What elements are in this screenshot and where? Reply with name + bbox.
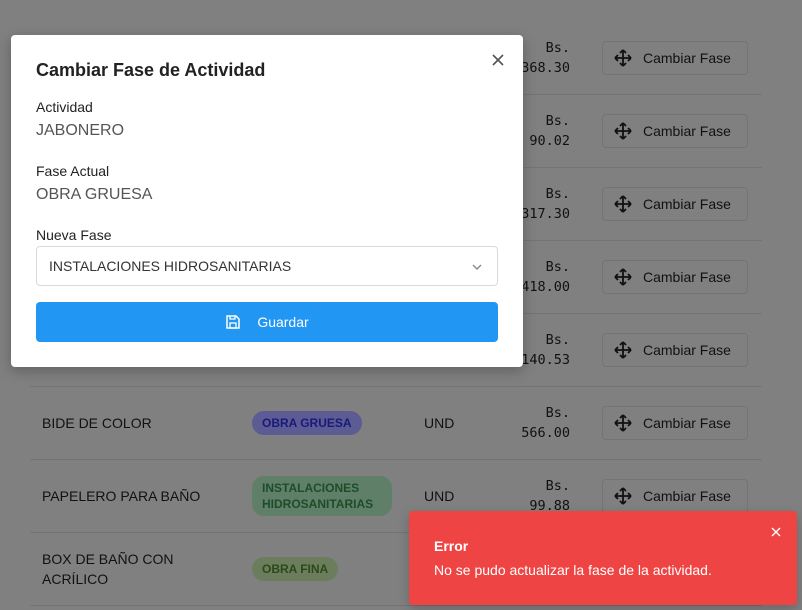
change-phase-button-label: Cambiar Fase <box>643 342 731 358</box>
change-phase-button-label: Cambiar Fase <box>643 196 731 212</box>
save-button[interactable]: Guardar <box>36 302 498 342</box>
current-phase-value: OBRA GRUESA <box>36 186 153 203</box>
activity-name-cell: BOX DE BAÑO CON ACRÍLICO <box>42 551 174 587</box>
change-phase-button-label: Cambiar Fase <box>643 488 731 504</box>
phase-badge: INSTALACIONES HIDROSANITARIAS <box>252 476 392 516</box>
change-phase-button-label: Cambiar Fase <box>643 123 731 139</box>
table-row: BIDE DE COLOR OBRA GRUESA UND Bs. 566.00 Camb… <box>30 387 762 460</box>
new-phase-selected-value: INSTALACIONES HIDROSANITARIAS <box>49 258 292 274</box>
move-icon <box>603 414 643 432</box>
toast-message: No se pudo actualizar la fase de la acti… <box>434 562 712 578</box>
price-currency: Bs. <box>545 405 570 421</box>
change-phase-button[interactable]: Cambiar Fase <box>602 479 748 513</box>
new-phase-label: Nueva Fase <box>36 227 112 243</box>
activity-name-cell: BIDE DE COLOR <box>42 415 152 431</box>
save-button-label: Guardar <box>257 314 309 330</box>
move-icon <box>603 195 643 213</box>
change-phase-button-label: Cambiar Fase <box>643 50 731 66</box>
price-currency: Bs. <box>545 478 570 494</box>
toast-title: Error <box>434 538 469 554</box>
move-icon <box>603 341 643 359</box>
move-icon <box>603 487 643 505</box>
phase-cell: INSTALACIONES HIDROSANITARIAS <box>252 460 392 532</box>
price-cell: Bs. 566.00 <box>506 403 570 443</box>
current-phase-label: Fase Actual <box>36 163 110 179</box>
activity-value: JABONERO <box>36 122 125 139</box>
change-phase-button[interactable]: Cambiar Fase <box>602 260 748 294</box>
phase-cell: OBRA FINA <box>252 533 339 605</box>
change-phase-button[interactable]: Cambiar Fase <box>602 41 748 75</box>
price-amount: 566.00 <box>521 425 570 441</box>
change-phase-button[interactable]: Cambiar Fase <box>602 333 748 367</box>
modal-title: Cambiar Fase de Actividad <box>36 60 266 80</box>
error-toast: Error No se pudo actualizar la fase de l… <box>409 511 797 605</box>
activity-name-cell: PAPELERO PARA BAÑO <box>42 488 201 504</box>
new-phase-select[interactable]: INSTALACIONES HIDROSANITARIAS <box>36 246 498 286</box>
move-icon <box>603 122 643 140</box>
activity-label: Actividad <box>36 99 93 115</box>
price-cell: Bs. 99.88 <box>506 476 570 516</box>
change-phase-button-label: Cambiar Fase <box>643 415 731 431</box>
phase-cell: OBRA GRUESA <box>252 387 362 459</box>
save-icon <box>225 314 241 330</box>
chevron-down-icon <box>471 260 483 276</box>
change-phase-modal: Cambiar Fase de Actividad Actividad JABO… <box>11 35 523 367</box>
close-icon[interactable] <box>489 51 507 69</box>
change-phase-button[interactable]: Cambiar Fase <box>602 406 748 440</box>
unit-cell: UND <box>424 415 455 431</box>
change-phase-button[interactable]: Cambiar Fase <box>602 114 748 148</box>
move-icon <box>603 268 643 286</box>
phase-badge: OBRA FINA <box>252 557 339 581</box>
change-phase-button[interactable]: Cambiar Fase <box>602 187 748 221</box>
phase-badge: OBRA GRUESA <box>252 411 362 435</box>
move-icon <box>603 49 643 67</box>
toast-close-icon[interactable] <box>769 525 783 539</box>
change-phase-button-label: Cambiar Fase <box>643 269 731 285</box>
